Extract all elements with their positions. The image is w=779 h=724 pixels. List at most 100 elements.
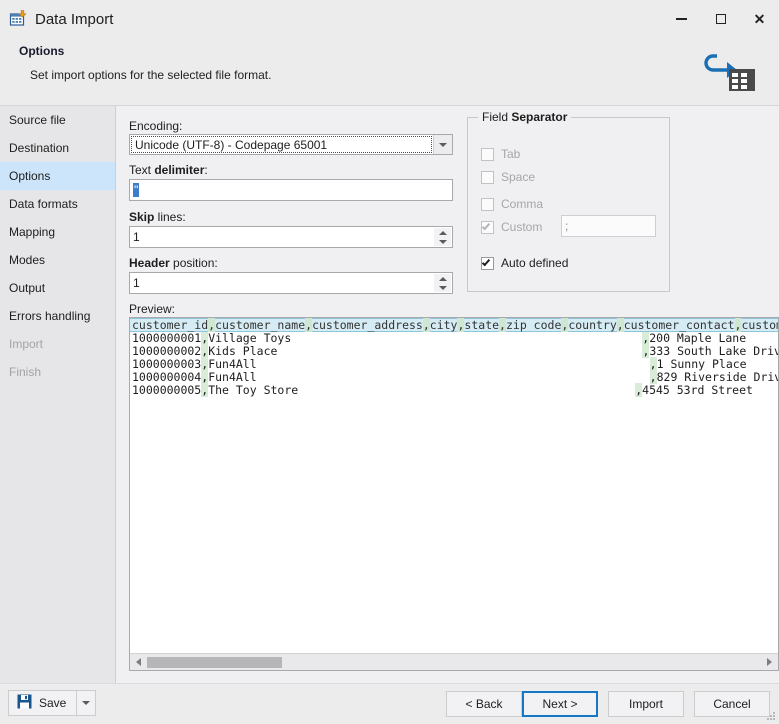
header-position-stepper[interactable]: 1 [129,272,453,294]
preview-header-f1: customer_name [215,318,306,332]
sidebar-item-finish: Finish [0,358,115,386]
close-button[interactable]: ✕ [740,0,779,38]
save-dropdown-button[interactable] [76,690,97,716]
sidebar-item-label: Data formats [9,197,78,211]
sidebar-item-data-formats[interactable]: Data formats [0,190,115,218]
checkbox-box[interactable] [481,256,494,270]
text-delimiter-input[interactable]: " [129,179,453,201]
cell-id: 1000000001 [132,331,202,345]
sidebar-item-modes[interactable]: Modes [0,246,115,274]
cell-id: 1000000003 [132,357,202,371]
preview-header-f8: customer_email [741,318,778,332]
maximize-button[interactable] [701,0,740,38]
sidebar-item-label: Mapping [9,225,56,239]
auto-defined-checkbox[interactable]: Auto defined [481,254,568,272]
sidebar-item-destination[interactable]: Destination [0,134,115,162]
preview-pane[interactable]: customer_id,customer_name,customer_addre… [129,317,779,671]
spin-up-icon[interactable] [434,228,451,237]
cell-id: 1000000004 [132,370,202,384]
page-subtitle: Set import options for the selected file… [30,68,272,82]
cancel-button[interactable]: Cancel [694,691,770,717]
cell-address: 1 Sunny Place [656,357,747,371]
sidebar-item-import: Import [0,330,115,358]
skip-lines-stepper[interactable]: 1 [129,226,453,248]
auto-defined-label: Auto defined [501,256,569,270]
resize-grip-icon[interactable] [764,709,776,721]
minimize-icon [676,18,687,20]
header-position-spin-buttons[interactable] [434,274,451,292]
page-title: Options [19,44,65,58]
text-delimiter-value: " [133,183,140,197]
sidebar-item-label: Options [9,169,51,183]
cell-name: Village Toys [208,331,292,345]
field-separator-group: Field Separator Tab Space Comma Custom ; [467,110,670,292]
sidebar-item-label: Finish [9,365,42,379]
chevron-down-icon [82,701,91,705]
save-split-button[interactable]: Save [8,690,97,716]
separator-tab-checkbox: Tab [481,145,520,163]
preview-header-f3: city [429,318,458,332]
preview-separator: , [649,370,657,384]
separator-custom-checkbox: Custom [481,218,542,236]
scroll-right-icon[interactable] [761,654,778,670]
sidebar-item-options[interactable]: Options [0,162,115,190]
preview-header-f6: country [568,318,617,332]
sidebar-item-mapping[interactable]: Mapping [0,218,115,246]
preview-header-f2: customer_address [312,318,423,332]
encoding-label: Encoding: [129,119,183,133]
encoding-value: Unicode (UTF-8) - Codepage 65001 [131,136,432,153]
wizard-step-sidebar: Source file Destination Options Data for… [0,106,116,683]
spin-down-icon[interactable] [434,283,451,292]
scrollbar-thumb[interactable] [147,656,282,668]
maximize-icon [715,14,726,24]
preview-label: Preview: [129,302,176,316]
cell-address: 333 South Lake Drive [649,344,779,358]
preview-separator: , [422,318,430,332]
sidebar-item-label: Errors handling [9,309,91,323]
cell-address: 200 Maple Lane [649,331,747,345]
data-import-icon [9,10,27,28]
import-button[interactable]: Import [608,691,684,717]
floppy-disk-icon [17,694,32,712]
skip-lines-spin-buttons[interactable] [434,228,451,246]
sidebar-item-output[interactable]: Output [0,274,115,302]
next-button[interactable]: Next > [522,691,598,717]
chevron-down-icon[interactable] [433,135,452,154]
cell-id: 1000000005 [132,383,202,397]
cell-name: Kids Place [208,344,278,358]
separator-comma-checkbox: Comma [481,195,543,213]
sidebar-item-label: Modes [9,253,46,267]
encoding-select[interactable]: Unicode (UTF-8) - Codepage 65001 [129,134,453,155]
cell-name: Fun4All [208,370,257,384]
scroll-left-icon[interactable] [130,654,147,670]
sidebar-item-source-file[interactable]: Source file [0,106,115,134]
cell-address: 4545 53rd Street [642,383,753,397]
separator-custom-input: ; [561,215,656,237]
sidebar-item-errors-handling[interactable]: Errors handling [0,302,115,330]
cell-name: Fun4All [208,357,257,371]
sidebar-item-label: Source file [9,113,66,127]
preview-data-row: 1000000005,The Toy Store ,4545 53rd Stree… [130,383,778,397]
checkbox-box [481,220,494,234]
cell-id: 1000000002 [132,344,202,358]
preview-separator: , [616,318,624,332]
sidebar-item-label: Import [9,337,44,351]
preview-horizontal-scrollbar[interactable] [130,653,778,670]
preview-header-f0: customer_id [132,318,209,332]
close-icon: ✕ [753,11,766,27]
back-button[interactable]: < Back [446,691,522,717]
save-button[interactable]: Save [8,690,77,716]
minimize-button[interactable] [662,0,701,38]
header-position-label: Header position: [129,256,218,270]
separator-space-checkbox: Space [481,168,535,186]
check-icon [481,221,491,230]
spin-down-icon[interactable] [434,237,451,246]
window-title: Data Import [35,10,114,28]
checkbox-box [481,170,494,184]
spin-up-icon[interactable] [434,274,451,283]
preview-header-f4: state [464,318,500,332]
text-delimiter-label: Text delimiter: [129,163,208,177]
check-icon [481,257,491,266]
cell-address: 829 Riverside Drive [656,370,779,384]
preview-header-f7: customer_contact [623,318,735,332]
